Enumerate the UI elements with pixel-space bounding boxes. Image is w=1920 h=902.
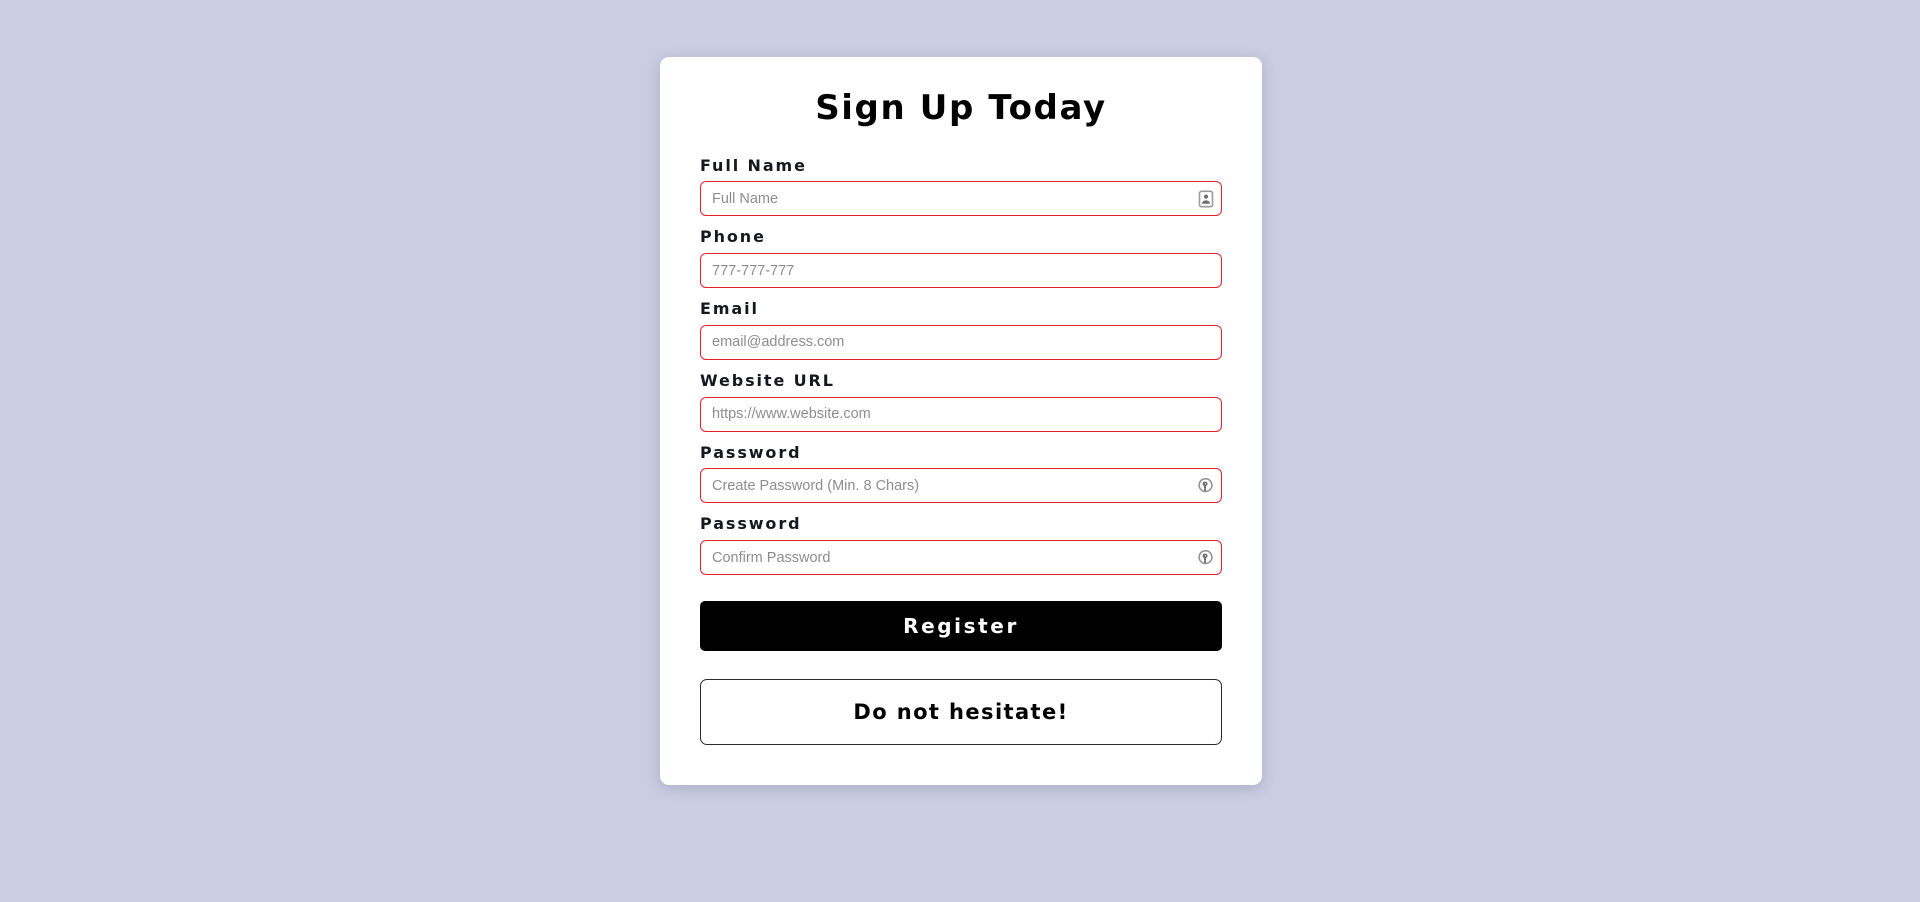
input-confirm-password[interactable] [700, 540, 1222, 576]
label-confirm-password: Password [700, 514, 802, 534]
input-password[interactable] [700, 468, 1222, 504]
input-wrap-full-name [700, 181, 1222, 217]
register-button[interactable]: Register [700, 601, 1222, 652]
signup-form: Full Name Phone Email Website URL Password Pa… [700, 156, 1222, 576]
input-phone[interactable] [700, 253, 1222, 289]
signup-card: Sign Up Today Full Name Phone Email Website… [660, 57, 1262, 786]
do-not-hesitate-button[interactable]: Do not hesitate! [700, 679, 1222, 746]
label-email: Email [700, 299, 759, 319]
input-website-url[interactable] [700, 396, 1222, 432]
input-email[interactable] [700, 324, 1222, 360]
page-title: Sign Up Today [815, 88, 1107, 128]
input-wrap-password [700, 468, 1222, 504]
label-password: Password [700, 442, 802, 462]
input-wrap-email [700, 324, 1222, 360]
input-wrap-website-url [700, 396, 1222, 432]
field-group-full-name: Full Name [700, 156, 1222, 217]
field-group-password: Password [700, 443, 1222, 504]
label-phone: Phone [700, 227, 766, 247]
label-website-url: Website URL [700, 370, 835, 390]
field-group-phone: Phone [700, 227, 1222, 289]
field-group-confirm-password: Password [700, 514, 1222, 576]
input-wrap-confirm-password [700, 540, 1222, 576]
input-wrap-phone [700, 253, 1222, 289]
label-full-name: Full Name [700, 155, 807, 175]
input-full-name[interactable] [700, 181, 1222, 217]
field-group-website-url: Website URL [700, 371, 1222, 432]
field-group-email: Email [700, 299, 1222, 360]
